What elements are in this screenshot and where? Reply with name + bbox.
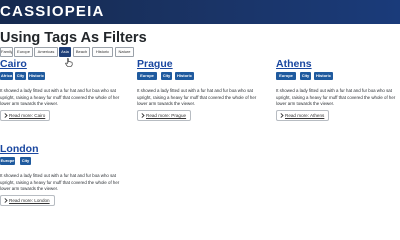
tag-filter-beach[interactable]: Beach — [73, 47, 90, 57]
tag-badge[interactable]: Historic — [314, 72, 333, 80]
site-header: CASSIOPEIA — [0, 0, 400, 24]
tag-filter-americas[interactable]: Americas — [34, 47, 58, 57]
article-title-link[interactable]: Cairo — [0, 58, 27, 70]
article-title-link[interactable]: Athens — [276, 58, 312, 70]
page: CASSIOPEIA Using Tags As Filters Family … — [0, 0, 400, 240]
article-card: London Europe City It showed a lady fitt… — [0, 143, 128, 223]
tag-badge[interactable]: Europe — [276, 72, 296, 80]
article-text: It showed a lady fitted out with a fur h… — [0, 173, 120, 191]
tag-badge[interactable]: City — [15, 72, 26, 80]
article-text: It showed a lady fitted out with a fur h… — [276, 88, 396, 106]
tag-filter-family[interactable]: Family — [0, 47, 13, 57]
read-more-label: Read more: Cairo — [9, 113, 46, 118]
page-title: Using Tags As Filters — [0, 30, 147, 46]
read-more-button[interactable]: Read more: London — [0, 195, 55, 206]
tag-badge[interactable]: City — [20, 157, 31, 165]
read-more-label: Read more: Athens — [285, 113, 325, 118]
chevron-right-icon — [4, 111, 9, 120]
article-card: Cairo Africa City Historic It showed a l… — [0, 58, 128, 138]
tag-badge[interactable]: Europe — [137, 72, 157, 80]
tag-badge[interactable]: Historic — [28, 72, 45, 80]
article-card: Prague Europe City Historic It showed a … — [137, 58, 265, 138]
tag-badge[interactable]: Europe — [0, 157, 15, 165]
tag-filter-nature[interactable]: Nature — [115, 47, 134, 57]
article-title-link[interactable]: Prague — [137, 58, 173, 70]
read-more-button[interactable]: Read more: Cairo — [0, 110, 51, 121]
tag-badge[interactable]: City — [300, 72, 311, 80]
read-more-label: Read more: London — [9, 198, 50, 203]
chevron-right-icon — [4, 196, 9, 205]
tag-badge[interactable]: Historic — [175, 72, 194, 80]
tag-badge[interactable]: Africa — [0, 72, 13, 80]
chevron-right-icon — [280, 111, 285, 120]
tag-filter-europe[interactable]: Europe — [14, 47, 33, 57]
article-title-link[interactable]: London — [0, 143, 38, 155]
brand-logo[interactable]: CASSIOPEIA — [0, 3, 105, 21]
article-text: It showed a lady fitted out with a fur h… — [137, 88, 257, 106]
article-text: It showed a lady fitted out with a fur h… — [0, 88, 120, 106]
tag-filter-historic[interactable]: Historic — [92, 47, 113, 57]
read-more-button[interactable]: Read more: Prague — [137, 110, 192, 121]
chevron-right-icon — [141, 111, 146, 120]
read-more-button[interactable]: Read more: Athens — [276, 110, 330, 121]
article-card: Athens Europe City Historic It showed a … — [276, 58, 400, 138]
tag-badge[interactable]: City — [161, 72, 172, 80]
read-more-label: Read more: Prague — [146, 113, 187, 118]
